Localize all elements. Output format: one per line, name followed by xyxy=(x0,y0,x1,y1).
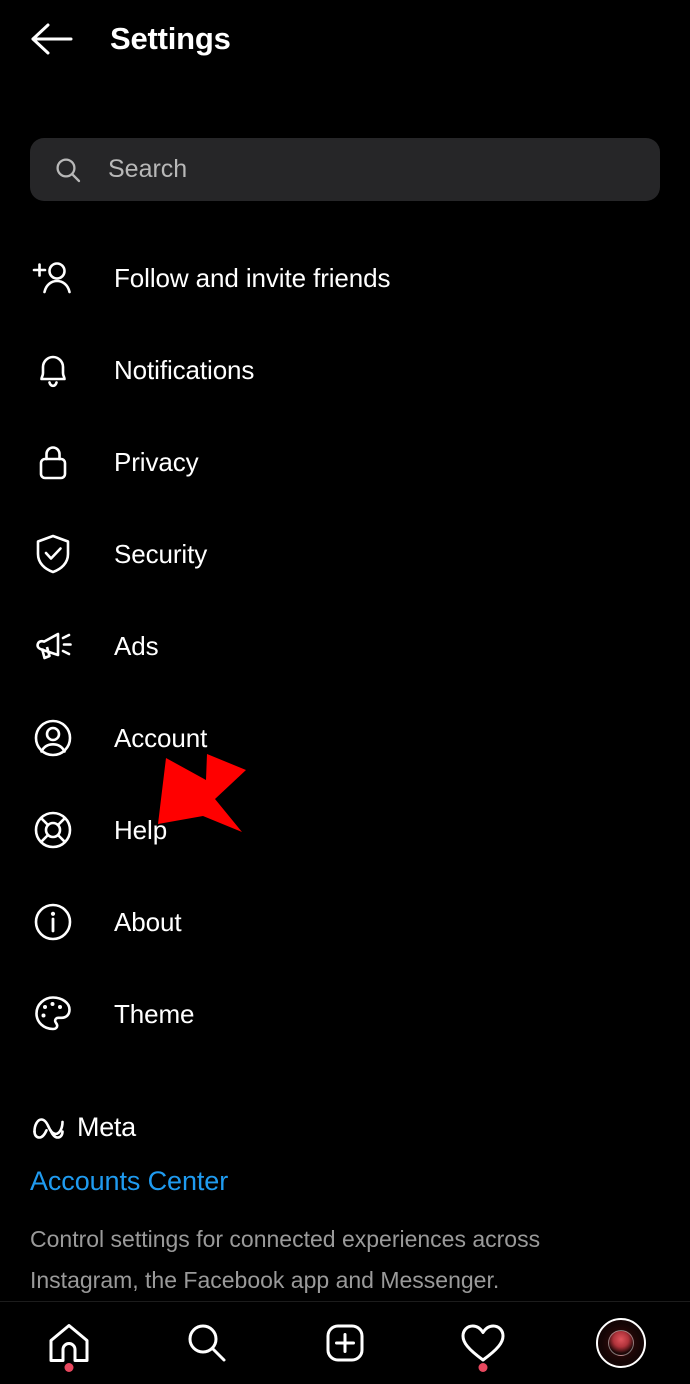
accounts-center-description: Control settings for connected experienc… xyxy=(30,1226,541,1293)
heart-icon xyxy=(461,1324,505,1362)
app-header: Settings xyxy=(0,0,690,78)
search-icon xyxy=(188,1324,226,1362)
nav-activity-button[interactable] xyxy=(423,1302,543,1384)
menu-item-account[interactable]: Account xyxy=(0,692,690,784)
menu-item-security[interactable]: Security xyxy=(0,508,690,600)
nav-search-button[interactable] xyxy=(147,1302,267,1384)
menu-item-help[interactable]: Help xyxy=(0,784,690,876)
menu-item-notifications[interactable]: Notifications xyxy=(0,324,690,416)
nav-home-button[interactable] xyxy=(9,1302,129,1384)
menu-item-label: Help xyxy=(114,814,168,845)
search-field[interactable]: Search xyxy=(30,138,660,201)
life-ring-icon xyxy=(30,807,76,853)
plus-box-icon xyxy=(326,1324,364,1362)
menu-item-label: Theme xyxy=(114,998,195,1029)
menu-item-follow-and-invite-friends[interactable]: Follow and invite friends xyxy=(0,232,690,324)
activity-badge-dot xyxy=(478,1363,488,1372)
home-badge-dot xyxy=(64,1363,74,1372)
menu-item-label: Account xyxy=(114,722,208,753)
search-placeholder: Search xyxy=(108,155,188,183)
menu-item-about[interactable]: About xyxy=(0,876,690,968)
person-add-icon xyxy=(30,255,76,301)
arrow-left-icon xyxy=(31,23,73,55)
nav-profile-button[interactable] xyxy=(561,1302,681,1384)
avatar xyxy=(596,1318,646,1368)
palette-icon xyxy=(30,991,76,1037)
menu-item-label: Follow and invite friends xyxy=(114,262,391,293)
lock-icon xyxy=(30,439,76,485)
menu-item-label: Ads xyxy=(114,630,159,661)
back-button[interactable] xyxy=(16,3,88,75)
accounts-center-link[interactable]: Accounts Center xyxy=(30,1166,660,1197)
settings-menu: Follow and invite friends Notifications … xyxy=(0,232,690,1060)
meta-brand: Meta xyxy=(30,1104,660,1150)
nav-create-button[interactable] xyxy=(285,1302,405,1384)
menu-item-label: Privacy xyxy=(114,446,199,477)
menu-item-theme[interactable]: Theme xyxy=(0,968,690,1060)
info-circle-icon xyxy=(30,899,76,945)
menu-item-label: Security xyxy=(114,538,208,569)
menu-item-label: About xyxy=(114,906,182,937)
account-circle-icon xyxy=(30,715,76,761)
page-title: Settings xyxy=(110,21,231,56)
home-icon xyxy=(49,1324,89,1362)
meta-section: Meta Accounts Center Control settings fo… xyxy=(30,1104,660,1301)
search-icon xyxy=(54,156,82,184)
menu-item-privacy[interactable]: Privacy xyxy=(0,416,690,508)
bell-icon xyxy=(30,347,76,393)
megaphone-icon xyxy=(30,623,76,669)
menu-item-ads[interactable]: Ads xyxy=(0,600,690,692)
menu-item-label: Notifications xyxy=(114,354,255,385)
meta-infinity-icon xyxy=(33,1118,64,1139)
shield-check-icon xyxy=(30,531,76,577)
bottom-navigation-bar xyxy=(0,1301,690,1384)
meta-brand-label: Meta xyxy=(77,1111,136,1142)
